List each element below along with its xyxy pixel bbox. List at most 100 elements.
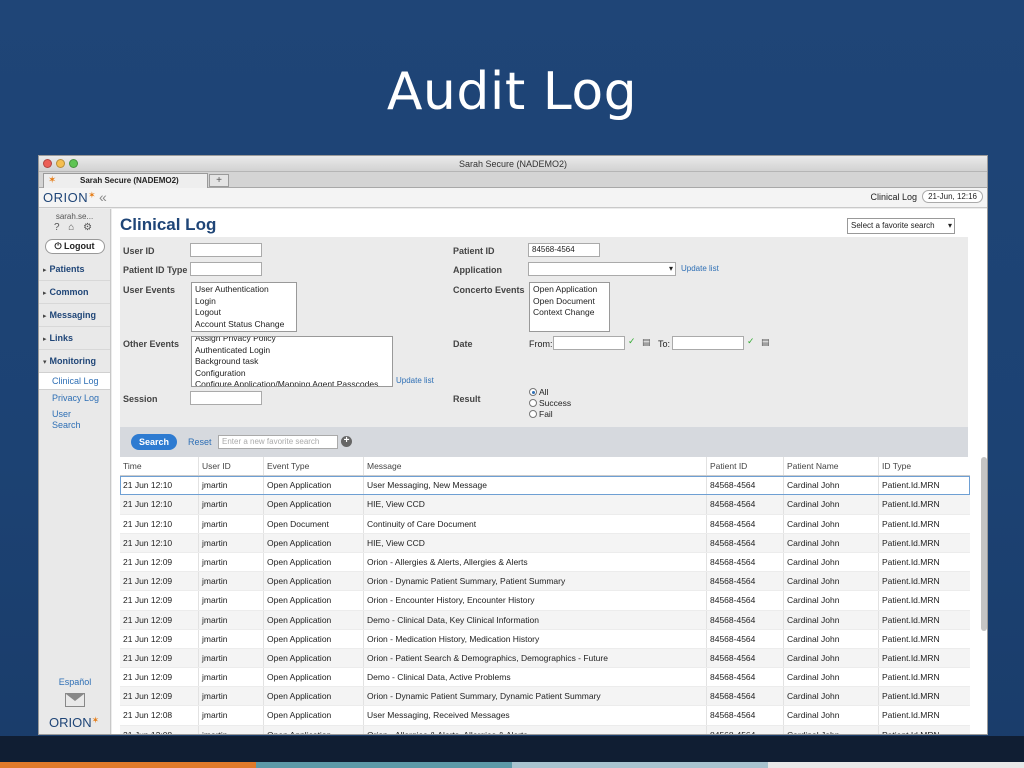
table-row[interactable]: 21 Jun 12:09 jmartin Open Application Orion… xyxy=(120,629,970,649)
reset-link[interactable]: Reset xyxy=(188,437,212,447)
column-header-message[interactable]: Message xyxy=(364,457,707,476)
table-row[interactable]: 21 Jun 12:09 jmartin Open Application Orion… xyxy=(120,552,970,573)
column-header-id-type[interactable]: ID Type xyxy=(879,457,970,475)
table-row[interactable]: 21 Jun 12:09 jmartin Open Application Orion… xyxy=(120,687,970,707)
table-row[interactable]: 21 Jun 12:10 jmartin Open Document Continui… xyxy=(120,514,970,534)
user-tools-icons[interactable]: ? ⌂ ⚙ xyxy=(39,222,110,233)
calendar-icon[interactable]: ▤ xyxy=(761,337,770,348)
new-tab-button[interactable]: + xyxy=(209,174,229,187)
list-item[interactable]: Login xyxy=(195,296,293,308)
cell-id-type: Patient.Id.MRN xyxy=(882,576,940,587)
zoom-window-icon[interactable] xyxy=(69,159,78,168)
cell-patient-name: Cardinal John xyxy=(784,668,879,687)
sidebar-subitem-privacy-log[interactable]: Privacy Log xyxy=(39,390,110,406)
cell-time: 21 Jun 12:08 xyxy=(120,725,199,734)
result-radio-fail[interactable]: Fail xyxy=(529,409,553,419)
main-content: Clinical Log Select a favorite search Us… xyxy=(112,209,987,734)
list-item[interactable]: Configure Application/Mapping Agent Pass… xyxy=(195,379,389,386)
cell-time: 21 Jun 12:09 xyxy=(120,687,199,706)
list-item[interactable]: Background task xyxy=(195,356,389,368)
cell-message: Orion - Allergies & Alerts, Allergies & … xyxy=(364,552,707,572)
radio-label: Success xyxy=(539,398,572,408)
result-radio-all[interactable]: All xyxy=(529,387,548,397)
footer-stripe xyxy=(512,762,768,768)
logout-button[interactable]: ⏻ Logout xyxy=(44,239,105,254)
calendar-icon[interactable]: ▤ xyxy=(642,337,651,348)
cell-message: Orion - Medication History, Medication H… xyxy=(364,629,707,648)
table-row[interactable]: 21 Jun 12:10 jmartin Open Application HIE, … xyxy=(120,533,970,553)
list-item[interactable]: Account Status Change xyxy=(195,319,293,331)
collapse-sidebar-icon[interactable]: « xyxy=(99,189,107,205)
browser-window: Sarah Secure (NADEMO2) ✶ Sarah Secure (N… xyxy=(38,155,988,735)
table-row[interactable]: 21 Jun 12:08 jmartin Open Application User … xyxy=(120,706,970,726)
date-from-input[interactable] xyxy=(553,336,625,350)
list-item[interactable]: Open Application xyxy=(533,284,606,296)
concerto-events-list[interactable]: Open Application Open Document Context C… xyxy=(529,282,610,332)
session-input[interactable] xyxy=(190,391,262,405)
list-item[interactable]: Logout xyxy=(195,307,293,319)
table-row[interactable]: 21 Jun 12:08 jmartin Open Application Orion… xyxy=(120,725,970,734)
cell-patient-id: 84568-4564 xyxy=(707,495,784,514)
patient-id-input[interactable]: 84568-4564 xyxy=(528,243,600,257)
cell-message: Demo - Clinical Data, Active Problems xyxy=(364,668,707,687)
close-window-icon[interactable] xyxy=(43,159,52,168)
column-header-time[interactable]: Time xyxy=(120,457,199,476)
table-row[interactable]: 21 Jun 12:09 jmartin Open Application Orion… xyxy=(120,648,970,669)
cell-user-id: jmartin xyxy=(199,725,264,734)
list-item[interactable]: Context Change xyxy=(533,307,606,319)
sidebar-subitem-clinical-log[interactable]: Clinical Log xyxy=(39,372,110,390)
list-item[interactable]: User Authentication xyxy=(195,284,293,296)
table-row[interactable]: 21 Jun 12:09 jmartin Open Application Demo … xyxy=(120,668,970,688)
language-link-espanol[interactable]: Español xyxy=(39,677,111,687)
result-radio-success[interactable]: Success xyxy=(529,398,571,408)
mail-icon[interactable] xyxy=(65,693,85,707)
sidebar-item-patients[interactable]: ▸ Patients xyxy=(39,258,110,281)
patient-id-type-input[interactable] xyxy=(190,262,262,276)
cell-event-type: Open Application xyxy=(264,687,364,706)
list-item[interactable]: Open Document xyxy=(533,296,606,308)
sidebar-subitem-user-search[interactable]: User Search xyxy=(39,406,81,434)
browser-tab[interactable]: ✶ Sarah Secure (NADEMO2) xyxy=(43,173,208,188)
column-header-event-type[interactable]: Event Type xyxy=(264,457,364,476)
table-row[interactable]: 21 Jun 12:09 jmartin Open Application Demo … xyxy=(120,610,970,630)
column-header-patient-name[interactable]: Patient Name xyxy=(784,457,879,476)
other-events-update-list-link[interactable]: Update list xyxy=(396,376,434,385)
table-row[interactable]: 21 Jun 12:09 jmartin Open Application Orion… xyxy=(120,572,970,592)
cell-message: HIE, View CCD xyxy=(364,495,707,514)
list-item[interactable]: Assign Privacy Policy xyxy=(195,337,389,345)
sidebar-item-common[interactable]: ▸ Common xyxy=(39,281,110,304)
cell-message: Continuity of Care Document xyxy=(364,514,707,533)
cell-patient-name: Cardinal John xyxy=(784,591,879,610)
application-select[interactable]: ▾ xyxy=(528,262,676,276)
column-header-user-id[interactable]: User ID xyxy=(199,457,264,476)
search-button[interactable]: Search xyxy=(131,434,177,450)
sidebar-item-messaging[interactable]: ▸ Messaging xyxy=(39,304,110,327)
sidebar-item-label: Monitoring xyxy=(49,356,97,366)
table-scrollbar[interactable] xyxy=(981,457,987,631)
table-row[interactable]: 21 Jun 12:10 jmartin Open Application HIE, … xyxy=(120,495,970,515)
page-title: Clinical Log xyxy=(120,215,217,234)
cell-patient-name: Cardinal John xyxy=(784,629,879,648)
user-id-input[interactable] xyxy=(190,243,262,257)
cell-event-type: Open Application xyxy=(264,591,364,610)
date-to-input[interactable] xyxy=(672,336,744,350)
sidebar-item-monitoring[interactable]: ▾ Monitoring xyxy=(39,350,110,372)
user-events-list[interactable]: User Authentication Login Logout Account… xyxy=(191,282,297,332)
minimize-window-icon[interactable] xyxy=(56,159,65,168)
tab-bar: ✶ Sarah Secure (NADEMO2) + xyxy=(39,172,987,188)
table-row[interactable]: 21 Jun 12:09 jmartin Open Application Orion… xyxy=(120,591,970,611)
favorite-search-select[interactable]: Select a favorite search xyxy=(847,218,955,234)
application-update-list-link[interactable]: Update list xyxy=(681,264,719,273)
list-item[interactable]: Configuration xyxy=(195,368,389,380)
other-events-list[interactable]: Assign Privacy Policy Authenticated Logi… xyxy=(191,336,393,387)
cell-id-type: Patient.Id.MRN xyxy=(882,652,940,663)
footer-stripe xyxy=(768,762,1024,768)
list-item[interactable]: Authenticated Login xyxy=(195,345,389,357)
sidebar-item-links[interactable]: ▸ Links xyxy=(39,327,110,350)
cell-event-type: Open Application xyxy=(264,610,364,629)
column-header-patient-id[interactable]: Patient ID xyxy=(707,457,784,476)
check-icon: ✓ xyxy=(747,336,755,346)
table-row[interactable]: 21 Jun 12:10 jmartin Open Application User … xyxy=(120,476,970,496)
favorite-search-name-input[interactable]: Enter a new favorite search xyxy=(218,435,338,449)
add-favorite-icon[interactable]: + xyxy=(341,436,352,447)
